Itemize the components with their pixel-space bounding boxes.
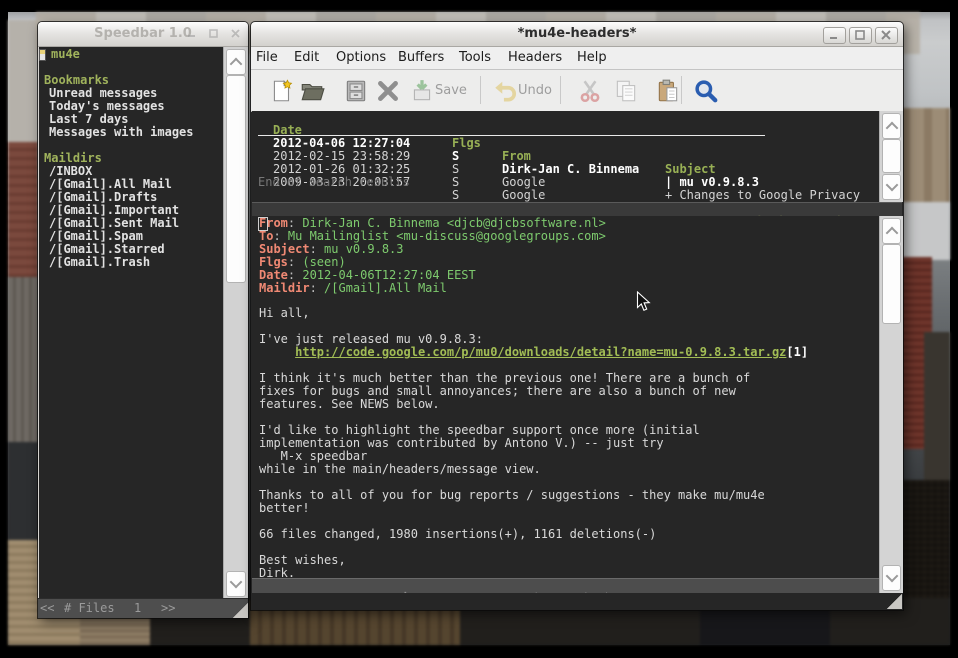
speedbar-status-count: 1 (134, 601, 141, 615)
scroll-down-button[interactable] (226, 571, 246, 597)
speedbar-status-left[interactable]: << (40, 601, 54, 615)
field-value: /[Gmail].All Mail (324, 281, 447, 295)
toolbar-separator (681, 76, 682, 104)
field-label: To (259, 229, 273, 243)
open-folder-icon[interactable] (299, 78, 325, 104)
speedbar-bookmark-item[interactable]: Messages with images (39, 126, 223, 139)
speedbar-window: Speedbar 1.0 mu4e Bookmarks Unread messa… (38, 22, 248, 618)
speedbar-bookmarks-list: Unread messagesToday's messagesLast 7 da… (39, 87, 223, 139)
maximize-icon (854, 29, 866, 41)
scroll-down-button[interactable] (882, 174, 901, 200)
toolbar-separator (480, 76, 481, 104)
selected-row-underline (258, 135, 765, 136)
field-value: Dirk-Jan C. Binnema <djcb@djcbsoftware.n… (302, 216, 605, 230)
menu-item[interactable]: Buffers (398, 50, 444, 65)
scroll-up-button[interactable] (226, 49, 246, 75)
scrollbar-thumb[interactable] (226, 75, 246, 283)
menu-item[interactable]: Help (577, 50, 607, 65)
headers-column-row: Date Flgs From Subject (252, 111, 310, 124)
close-button[interactable] (875, 27, 898, 44)
maximize-button[interactable] (849, 27, 872, 44)
download-link[interactable]: http://code.google.com/p/mu0/downloads/d… (295, 345, 786, 359)
chevron-down-icon (885, 570, 898, 583)
header-row[interactable]: 2012-02-15 23:58:29 S Google + Changes t… (252, 137, 310, 150)
emacs-window-title: *mu4e-headers* (251, 26, 903, 41)
speedbar-titlebar[interactable]: Speedbar 1.0 (38, 22, 248, 47)
minimize-button[interactable] (823, 27, 846, 44)
chevron-up-icon (885, 122, 898, 135)
field-label: Flgs (259, 255, 288, 269)
close-file-icon[interactable] (375, 78, 401, 104)
resize-grip[interactable] (232, 602, 248, 618)
message-headers: From: Dirk-Jan C. Binnema <djcb@djcbsoft… (259, 217, 606, 295)
speedbar-status-label: # Files (64, 601, 115, 615)
save-button-label[interactable]: Save (435, 83, 467, 98)
speedbar-maildirs-list: /INBOX/[Gmail].All Mail/[Gmail].Drafts/[… (39, 165, 223, 269)
field-value: mu v0.9.8.3 (324, 242, 403, 256)
scrollbar-thumb[interactable] (882, 139, 901, 173)
chevron-down-icon (885, 179, 898, 192)
speedbar-root-mu4e[interactable]: mu4e (39, 48, 223, 61)
menu-item[interactable]: Headers (508, 50, 562, 65)
toolbar-separator (560, 76, 561, 104)
mu4e-view-buffer: From: Dirk-Jan C. Binnema <djcb@djcbsoft… (252, 216, 879, 578)
field-label: Maildir (259, 281, 310, 295)
undo-icon[interactable] (492, 78, 518, 104)
field-value: 2012-04-06T12:27:04 EEST (302, 268, 475, 282)
undo-button-label[interactable]: Undo (518, 83, 552, 98)
cut-icon[interactable] (577, 78, 603, 104)
field-label: From (259, 216, 288, 230)
field-label: Subject (259, 242, 310, 256)
emacs-window: *mu4e-headers* File Edit Options Buffers Too… (251, 22, 903, 610)
menu-item[interactable]: File (256, 50, 278, 65)
minimize-icon[interactable] (187, 29, 196, 38)
speedbar-status-bar: << # Files 1 >> (38, 598, 248, 618)
menu-item[interactable]: Tools (459, 50, 491, 65)
paste-icon[interactable] (655, 78, 681, 104)
speedbar-scrollbar[interactable] (223, 47, 248, 599)
close-icon (880, 29, 892, 41)
mouse-cursor (636, 291, 651, 313)
maximize-icon[interactable] (209, 29, 218, 38)
echo-area[interactable] (252, 593, 902, 609)
scroll-down-button[interactable] (882, 565, 901, 591)
speedbar-buffer: mu4e Bookmarks Unread messagesToday's me… (39, 47, 223, 599)
chevron-down-icon (230, 576, 243, 589)
chevron-up-icon (885, 227, 898, 240)
tool-bar: Save Undo (251, 70, 903, 112)
close-icon[interactable] (231, 29, 240, 38)
scroll-up-button[interactable] (882, 113, 901, 139)
emacs-titlebar[interactable]: *mu4e-headers* (251, 22, 903, 47)
mu4e-headers-buffer: Date Flgs From Subject 2012-04-06 12:27:… (252, 111, 879, 202)
end-of-search-results: End of search results (258, 176, 410, 189)
copy-icon[interactable] (613, 78, 639, 104)
menu-bar: File Edit Options Buffers Tools Headers Help (251, 47, 903, 70)
field-value: (seen) (302, 255, 345, 269)
search-icon[interactable] (693, 78, 719, 104)
desktop: Speedbar 1.0 mu4e Bookmarks Unread messa… (0, 0, 958, 658)
minimize-icon (828, 29, 840, 41)
menu-item[interactable]: Options (336, 50, 386, 65)
field-value: Mu Mailinglist <mu-discuss@googlegroups.… (288, 229, 606, 243)
message-body: Hi all, I've just released mu v0.9.8.3: … (259, 294, 808, 578)
menu-item[interactable]: Edit (294, 50, 319, 65)
save-icon[interactable] (409, 78, 435, 104)
new-file-icon[interactable] (269, 78, 295, 104)
speedbar-maildir-item[interactable]: /[Gmail].Trash (39, 256, 223, 269)
headers-scrollbar[interactable] (879, 111, 903, 202)
view-modeline: U:%*- *mu4e-view* Top L1 (mu4e:view) (252, 578, 879, 593)
view-scrollbar[interactable] (879, 216, 903, 593)
scroll-up-button[interactable] (882, 218, 901, 244)
resize-grip[interactable] (886, 593, 902, 609)
header-row[interactable]: 2012-01-26 01:32:25 S Google \ Changes t… (252, 150, 310, 163)
file-cabinet-icon[interactable] (343, 78, 369, 104)
headers-modeline: U:%*- *mu4e-headers* All L1 (mu4e-header… (252, 202, 902, 217)
field-label: Date (259, 268, 288, 282)
link-footnote-ref: [1] (786, 345, 808, 359)
speedbar-status-right[interactable]: >> (161, 601, 175, 615)
scrollbar-thumb[interactable] (882, 244, 901, 324)
chevron-up-icon (230, 58, 243, 71)
